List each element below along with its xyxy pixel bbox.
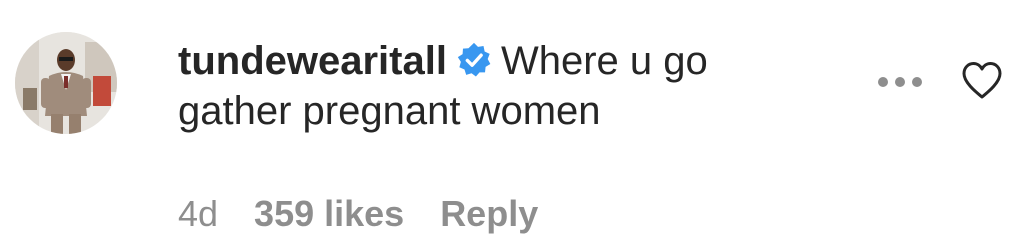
comment-meta: 4d 359 likes Reply — [178, 192, 574, 236]
avatar[interactable] — [15, 32, 117, 134]
reply-button[interactable]: Reply — [440, 193, 538, 234]
comment-timestamp: 4d — [178, 193, 219, 234]
comment-body: tundewearitall Where u go gather pregnan… — [178, 36, 818, 136]
heart-outline-icon[interactable] — [960, 60, 1004, 100]
verified-badge-icon — [455, 41, 493, 79]
comment-text-line1: Where u go — [500, 39, 708, 83]
comment-username[interactable]: tundewearitall — [178, 39, 447, 83]
comment-item: tundewearitall Where u go gather pregnan… — [0, 0, 1024, 244]
more-options-icon[interactable] — [872, 68, 928, 96]
comment-text-line2: gather pregnant women — [178, 89, 601, 133]
comment-likes-count[interactable]: 359 likes — [254, 193, 404, 234]
avatar-image — [15, 32, 117, 134]
